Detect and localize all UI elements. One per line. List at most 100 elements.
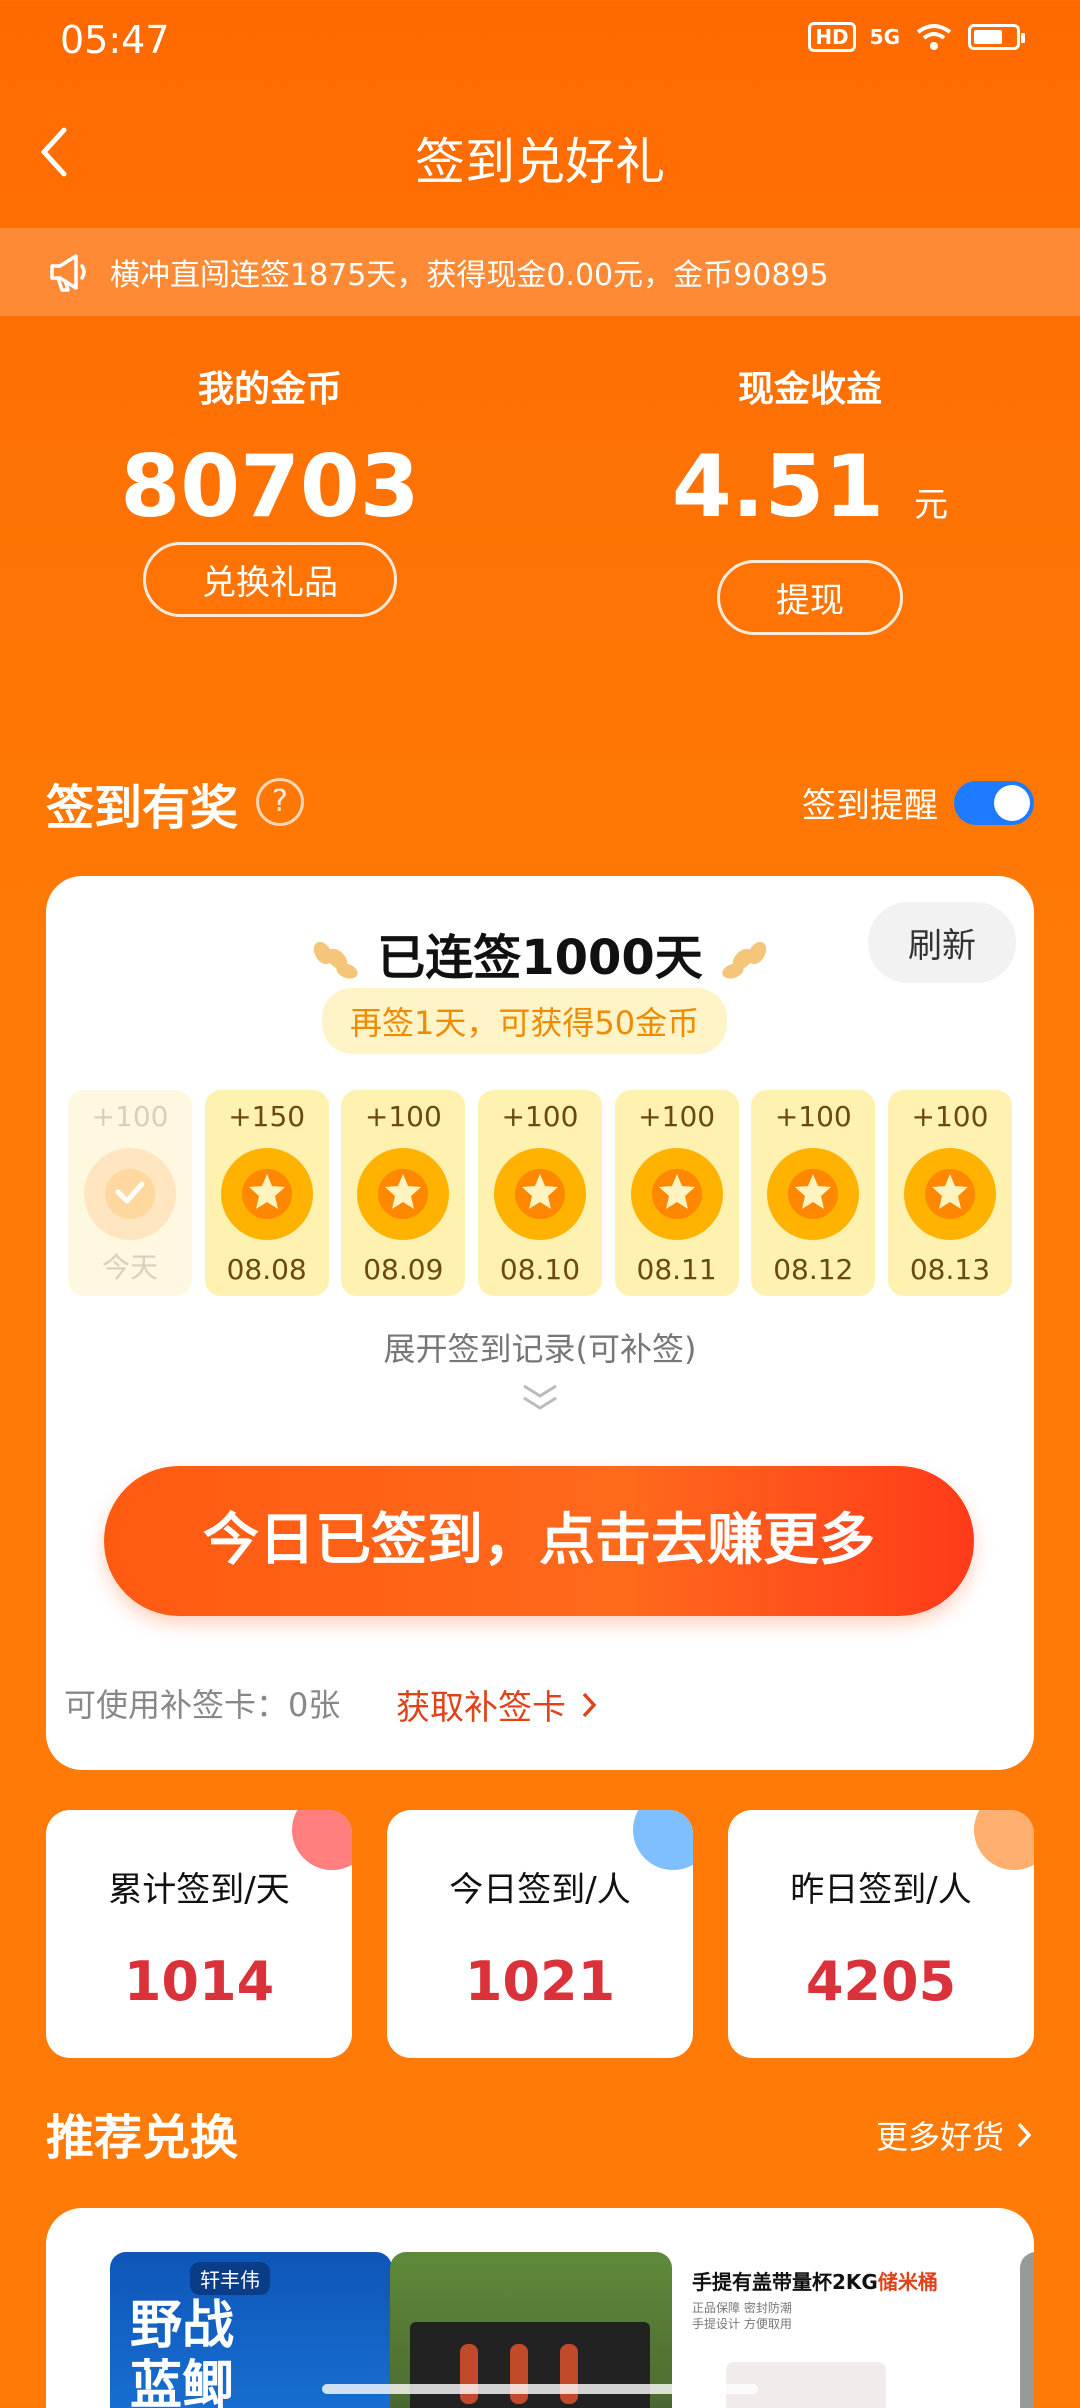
reminder-label: 签到提醒	[802, 786, 938, 826]
coin-icon	[357, 1148, 450, 1240]
star-icon	[248, 1174, 285, 1209]
status-bar: 05:47 HD 5G	[0, 0, 1080, 84]
day-card[interactable]: +150 08.08	[204, 1090, 329, 1296]
stat-label: 累计签到/天	[108, 1870, 290, 1910]
day-date: 08.08	[226, 1253, 307, 1286]
coins-block: 我的金币 80703 兑换礼品	[60, 360, 480, 617]
cash-label: 现金收益	[737, 369, 882, 410]
coin-icon	[630, 1148, 723, 1240]
makeup-card-count: 可使用补签卡：0张	[64, 1686, 341, 1724]
redeem-gift-button[interactable]: 兑换礼品	[143, 542, 397, 617]
checkin-days: +100 今天 +150 08.08 +100 08.09 +100 08.10…	[68, 1090, 1012, 1296]
star-icon	[931, 1174, 968, 1209]
day-amount: +100	[501, 1100, 579, 1133]
coins-value: 80703	[120, 437, 420, 537]
day-date: 08.11	[636, 1253, 717, 1286]
announcement-text: 横冲直闯连签1875天，获得现金0.00元，金币90895	[110, 258, 829, 293]
day-card[interactable]: +100 08.11	[614, 1090, 739, 1296]
double-chevron-down-icon[interactable]	[516, 1380, 564, 1414]
coin-icon	[220, 1148, 313, 1240]
day-card[interactable]: +100 08.13	[887, 1090, 1012, 1296]
recommend-header: 推荐兑换 更多好货	[46, 2098, 1034, 2168]
product-image-partial[interactable]	[1020, 2252, 1034, 2408]
wallet-summary: 我的金币 80703 兑换礼品 现金收益 4.51 元 提现	[0, 360, 1080, 640]
day-amount: +150	[228, 1100, 306, 1133]
more-goods-label: 更多好货	[875, 2118, 1004, 2156]
earn-more-button[interactable]: 今日已签到，点击去赚更多	[104, 1466, 974, 1616]
status-icons: HD 5G	[808, 22, 1025, 52]
refresh-button[interactable]: 刷新	[868, 902, 1016, 983]
wifi-icon	[916, 24, 952, 50]
checkin-section-title: 签到有奖	[46, 780, 239, 836]
skewer-shape	[460, 2344, 478, 2404]
stat-label: 今日签到/人	[449, 1870, 631, 1910]
cash-unit: 元	[914, 485, 949, 525]
checked-coin-icon	[84, 1148, 176, 1240]
day-amount: +100	[911, 1100, 989, 1133]
day-date: 08.12	[773, 1253, 854, 1286]
checkmark-icon	[115, 1181, 145, 1204]
day-amount: +100	[91, 1100, 169, 1133]
laurel-right-icon	[722, 941, 766, 979]
product-text: 野战 蓝鲫	[130, 2296, 235, 2408]
stat-card-total: 累计签到/天 1014	[46, 1810, 352, 2058]
chevron-right-icon	[582, 1692, 597, 1717]
day-card[interactable]: +100 08.10	[477, 1090, 602, 1296]
streak-hint: 再签1天，可获得50金币	[322, 988, 728, 1054]
cash-value-row: 4.51 元	[600, 442, 1020, 550]
reminder-control: 签到提醒	[802, 778, 1034, 827]
decor-dot	[974, 1810, 1034, 1870]
laurel-left-icon	[314, 941, 358, 979]
page-title: 签到兑好礼	[415, 133, 665, 191]
coins-label: 我的金币	[197, 369, 342, 410]
withdraw-button[interactable]: 提现	[717, 560, 903, 635]
coin-icon	[493, 1148, 586, 1240]
star-icon	[795, 1174, 832, 1209]
day-amount: +100	[638, 1100, 716, 1133]
stat-value: 4205	[805, 1950, 957, 2013]
checkin-stats: 累计签到/天 1014 今日签到/人 1021 昨日签到/人 4205	[46, 1810, 1034, 2058]
get-makeup-card-label: 获取补签卡	[396, 1688, 566, 1728]
help-icon[interactable]: ?	[256, 778, 304, 826]
day-amount: +100	[364, 1100, 442, 1133]
day-card[interactable]: +100 08.09	[341, 1090, 466, 1296]
star-icon	[385, 1174, 422, 1209]
cash-value: 4.51	[671, 437, 885, 537]
reminder-toggle[interactable]	[954, 780, 1034, 825]
product-subtitle: 正品保障 密封防潮 手提设计 方便取用	[692, 2301, 792, 2331]
product-headline: 手提有盖带量杯2KG储米桶	[692, 2266, 938, 2295]
skewer-shape	[510, 2344, 528, 2404]
grill-shape	[410, 2322, 650, 2408]
day-card[interactable]: +100 今天	[68, 1090, 192, 1296]
home-indicator[interactable]	[322, 2384, 758, 2394]
signal-icon: 5G	[869, 25, 900, 49]
decor-dot	[633, 1810, 693, 1870]
megaphone-icon	[50, 254, 86, 292]
cash-block: 现金收益 4.51 元 提现	[600, 360, 1020, 635]
status-time: 05:47	[60, 18, 170, 62]
stat-card-yesterday: 昨日签到/人 4205	[728, 1810, 1034, 2058]
battery-icon	[968, 24, 1025, 50]
streak-text: 已连签1000天	[377, 930, 703, 986]
expand-records-link[interactable]: 展开签到记录(可补签)	[46, 1324, 1034, 1370]
goods-carousel: 轩丰伟 野战 蓝鲫 手提有盖带量杯2KG储米桶 正品保障 密封防潮 手提设计 方…	[46, 2208, 1034, 2408]
nav-bar: 签到兑好礼	[0, 110, 1080, 200]
more-goods-link[interactable]: 更多好货	[876, 2112, 1034, 2158]
day-card[interactable]: +100 08.12	[751, 1090, 876, 1296]
day-date: 08.10	[499, 1253, 581, 1286]
stat-value: 1021	[464, 1950, 616, 2013]
stat-label: 昨日签到/人	[790, 1870, 972, 1910]
product-headline-a: 手提有盖带量杯2KG	[692, 2270, 878, 2294]
get-makeup-card-link[interactable]: 获取补签卡	[396, 1680, 600, 1729]
star-icon	[521, 1174, 558, 1209]
star-icon	[658, 1174, 695, 1209]
announcement-bar: 横冲直闯连签1875天，获得现金0.00元，金币90895	[0, 228, 1080, 316]
coin-icon	[767, 1148, 860, 1240]
stat-card-today: 今日签到/人 1021	[387, 1810, 693, 2058]
decor-dot	[292, 1810, 352, 1870]
stat-value: 1014	[123, 1950, 275, 2013]
day-date: 08.13	[909, 1253, 991, 1286]
skewer-shape	[560, 2344, 578, 2404]
coin-icon	[903, 1148, 996, 1240]
chevron-right-icon	[1017, 2122, 1032, 2148]
